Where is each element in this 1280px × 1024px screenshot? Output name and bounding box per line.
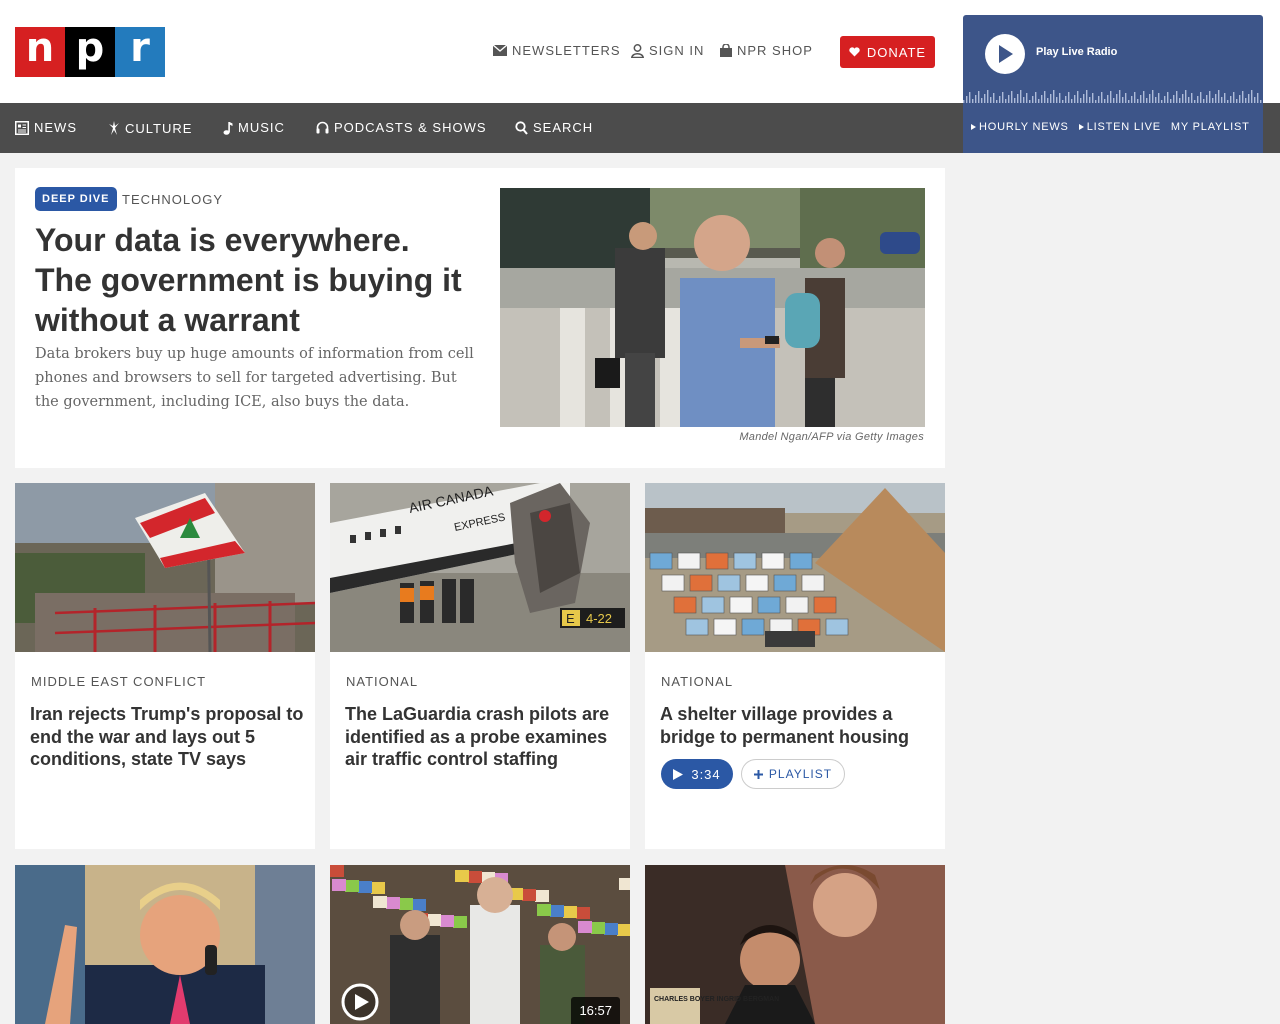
nav-news-label: NEWS: [34, 120, 77, 135]
logo-letter-p: p: [65, 27, 115, 77]
featured-teaser: Data brokers buy up huge amounts of info…: [35, 346, 474, 410]
donate-label: DONATE: [866, 44, 927, 60]
heart-icon: [849, 47, 860, 57]
story-headline[interactable]: The LaGuardia crash pilots are identifie…: [345, 703, 620, 771]
story-card: AIR CANADA EXPRESS E 4-22 NATIONAL The L…: [330, 483, 630, 849]
photo-credit: Mandel Ngan/AFP via Getty Images: [739, 431, 924, 443]
logo-letter-r: r: [115, 27, 165, 77]
npr-shop-link[interactable]: NPR SHOP: [720, 43, 813, 58]
playlist-label: PLAYLIST: [768, 767, 833, 781]
story-headline[interactable]: A shelter village provides a bridge to p…: [660, 703, 935, 748]
newsletters-label: NEWSLETTERS: [512, 43, 621, 58]
hourly-news-link[interactable]: HOURLY NEWS: [971, 121, 1069, 133]
video-thumbnail[interactable]: 16:57: [330, 865, 630, 1024]
story-slug[interactable]: TECHNOLOGY: [122, 192, 223, 207]
my-playlist-label: MY PLAYLIST: [1170, 121, 1250, 133]
nav-culture-label: CULTURE: [125, 120, 193, 136]
npr-logo[interactable]: n p r: [15, 27, 165, 77]
nav-item-culture[interactable]: CULTURE: [108, 120, 192, 136]
story-card: NATIONAL A shelter village provides a br…: [645, 483, 945, 849]
small-play-icon: [1078, 124, 1084, 130]
poster-names-text: CHARLES BOYER INGRID BERGMAN: [654, 996, 779, 1003]
plane-crash-image: AIR CANADA EXPRESS E 4-22: [330, 483, 630, 652]
play-icon: [999, 45, 1013, 63]
sign-in-label: SIGN IN: [649, 43, 705, 58]
headphones-icon: [316, 121, 329, 134]
shopping-bag-icon: [720, 44, 732, 57]
video-play-icon[interactable]: [340, 982, 380, 1022]
nav-item-podcasts[interactable]: PODCASTS & SHOWS: [316, 120, 487, 135]
story-kicker[interactable]: NATIONAL: [661, 674, 733, 689]
deep-dive-badge[interactable]: DEEP DIVE: [35, 187, 117, 211]
logo-letter-n: n: [15, 27, 65, 77]
nav-music-label: MUSIC: [238, 120, 285, 135]
street-scene-image: [500, 188, 925, 427]
flag-ruins-image: [15, 483, 315, 652]
story-thumbnail[interactable]: [15, 865, 315, 1024]
featured-headline[interactable]: Your data is everywhere. The government …: [35, 220, 475, 340]
nav-search-label: SEARCH: [533, 120, 594, 135]
sign-in-link[interactable]: SIGN IN: [631, 43, 704, 58]
runway-letter-text: E: [566, 611, 575, 626]
nav-podcasts-label: PODCASTS & SHOWS: [334, 120, 487, 135]
listen-live-link[interactable]: LISTEN LIVE: [1078, 121, 1161, 133]
play-icon: [673, 768, 684, 780]
live-radio-player: Play Live Radio HOURLY NEWS LISTEN LIVE …: [963, 15, 1263, 153]
newsletters-link[interactable]: NEWSLETTERS: [493, 43, 621, 58]
audio-waveform: [963, 90, 1262, 103]
audio-play-button[interactable]: 3:34: [661, 759, 733, 789]
add-to-playlist-button[interactable]: PLAYLIST: [741, 759, 845, 789]
classic-film-poster-image: CHARLES BOYER INGRID BERGMAN: [645, 865, 945, 1024]
story-card: MIDDLE EAST CONFLICT Iran rejects Trump'…: [15, 483, 315, 849]
trump-podium-image: [15, 865, 315, 1024]
news-icon: [15, 120, 29, 135]
player-links: HOURLY NEWS LISTEN LIVE MY PLAYLIST: [971, 121, 1250, 133]
nav-item-news[interactable]: NEWS: [15, 120, 77, 135]
plus-icon: [753, 769, 763, 779]
play-live-label: Play Live Radio: [1036, 46, 1118, 58]
story-thumbnail[interactable]: [645, 483, 945, 652]
story-kicker[interactable]: NATIONAL: [346, 674, 418, 689]
user-icon: [631, 43, 644, 58]
play-live-button[interactable]: [985, 34, 1025, 74]
story-thumbnail[interactable]: AIR CANADA EXPRESS E 4-22: [330, 483, 630, 652]
my-playlist-link[interactable]: MY PLAYLIST: [1171, 121, 1250, 133]
small-play-icon: [971, 124, 976, 130]
featured-photo[interactable]: [500, 188, 925, 427]
story-thumbnail[interactable]: [15, 483, 315, 652]
hourly-news-label: HOURLY NEWS: [979, 121, 1069, 133]
story-thumbnail[interactable]: CHARLES BOYER INGRID BERGMAN: [645, 865, 945, 1024]
donate-button[interactable]: DONATE: [840, 36, 935, 68]
video-duration: 16:57: [571, 997, 620, 1024]
search-icon: [515, 120, 528, 135]
listen-live-label: LISTEN LIVE: [1086, 121, 1161, 133]
runway-sign-text: 4-22: [586, 611, 612, 626]
shelter-village-image: [645, 483, 945, 652]
music-note-icon: [223, 121, 233, 135]
story-headline[interactable]: Iran rejects Trump's proposal to end the…: [30, 703, 305, 771]
nav-item-search[interactable]: SEARCH: [515, 120, 593, 135]
audio-duration: 3:34: [691, 766, 721, 782]
nav-item-music[interactable]: MUSIC: [223, 120, 285, 135]
featured-story: DEEP DIVE TECHNOLOGY Your data is everyw…: [15, 168, 945, 468]
npr-shop-label: NPR SHOP: [737, 43, 813, 58]
story-kicker[interactable]: MIDDLE EAST CONFLICT: [31, 674, 206, 689]
envelope-icon: [493, 45, 507, 56]
culture-icon: [109, 121, 119, 135]
